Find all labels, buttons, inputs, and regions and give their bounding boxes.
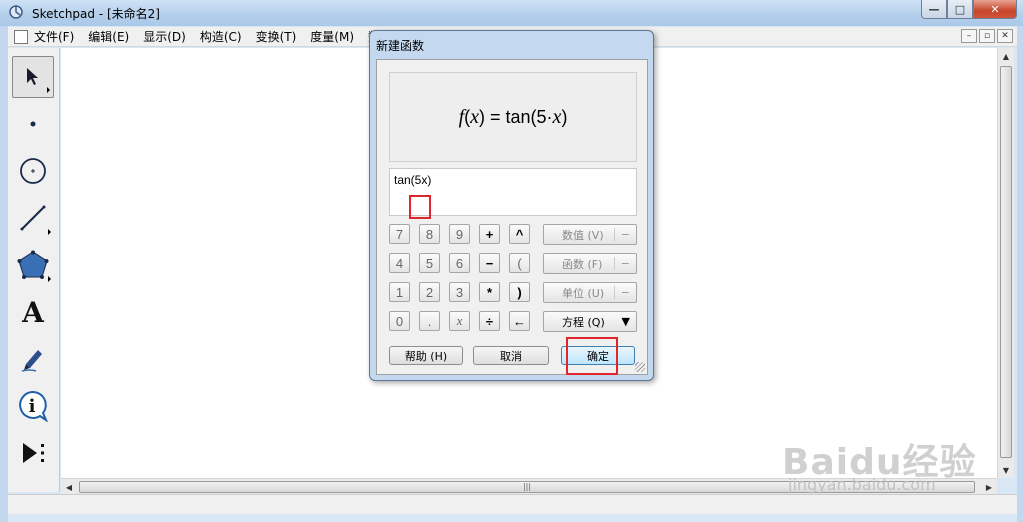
dialog-body: f(x) = tan(5· x) tan(5x) 7 8 9 + ^ 4 5 6 … <box>376 59 648 375</box>
info-icon: i <box>19 390 48 422</box>
compass-tool[interactable] <box>12 150 54 192</box>
window-titlebar: Sketchpad - [未命名2] — □ ✕ <box>0 0 1023 26</box>
preview-expression-suffix: ) <box>561 106 568 127</box>
submenu-indicator <box>48 229 51 235</box>
key-0[interactable]: 0 <box>389 311 410 331</box>
units-dropdown-button[interactable]: 单位 (U) − <box>543 282 637 303</box>
window-frame-left <box>0 26 8 522</box>
chevron-down-icon: ▼ <box>621 315 630 328</box>
preview-expression-prefix: ) = tan(5· <box>479 106 553 127</box>
help-button[interactable]: 帮助 (H) <box>389 346 463 365</box>
resize-grip-icon[interactable] <box>635 362 645 372</box>
equation-label: 方程 (Q) <box>562 315 605 329</box>
point-icon <box>30 121 36 127</box>
preview-variable: x <box>470 105 480 128</box>
values-label: 数值 (V) <box>562 228 604 242</box>
key-9[interactable]: 9 <box>449 224 470 244</box>
menu-construct[interactable]: 构造(C) <box>200 28 242 45</box>
submenu-indicator <box>48 276 51 282</box>
menu-transform[interactable]: 变换(T) <box>256 28 297 45</box>
close-button[interactable]: ✕ <box>973 0 1017 19</box>
key-backspace[interactable]: ← <box>509 311 530 331</box>
custom-tools-icon <box>23 443 44 463</box>
svg-text:i: i <box>29 396 36 417</box>
key-minus[interactable]: − <box>479 253 500 273</box>
key-4[interactable]: 4 <box>389 253 410 273</box>
key-3[interactable]: 3 <box>449 282 470 302</box>
dropdown-dash-icon: − <box>613 228 630 241</box>
scroll-left-arrow-icon[interactable]: ◀ <box>61 479 77 495</box>
doc-restore-button[interactable]: ▫ <box>979 29 995 43</box>
window-title: Sketchpad - [未命名2] <box>32 7 160 21</box>
preview-variable-2: x <box>552 105 562 128</box>
key-open-paren[interactable]: ( <box>509 253 530 273</box>
dropdown-dash-icon: − <box>613 286 630 299</box>
polygon-icon <box>17 250 49 279</box>
units-label: 单位 (U) <box>562 286 605 300</box>
values-dropdown-button[interactable]: 数值 (V) − <box>543 224 637 245</box>
scroll-down-arrow-icon[interactable]: ▼ <box>998 462 1014 478</box>
status-bar <box>8 494 1017 514</box>
preview-function-name: f <box>458 105 465 128</box>
submenu-indicator <box>47 87 50 93</box>
window-controls: — □ ✕ <box>921 0 1017 20</box>
marker-tool[interactable] <box>12 338 54 380</box>
menu-display[interactable]: 显示(D) <box>143 28 186 45</box>
new-function-dialog: 新建函数 f(x) = tan(5· x) tan(5x) 7 8 9 + ^ 4… <box>369 30 654 381</box>
key-decimal[interactable]: . <box>419 311 440 331</box>
point-tool[interactable] <box>12 103 54 145</box>
scroll-up-arrow-icon[interactable]: ▲ <box>998 48 1014 64</box>
equation-dropdown-button[interactable]: 方程 (Q) ▼ <box>543 311 637 332</box>
key-7[interactable]: 7 <box>389 224 410 244</box>
highlight-box-ok <box>566 337 618 375</box>
sketchpad-app-icon <box>9 5 23 19</box>
arrow-tool[interactable] <box>12 56 54 98</box>
menu-file[interactable]: 文件(F) <box>34 28 74 45</box>
highlight-box-input <box>409 195 431 219</box>
menu-measure[interactable]: 度量(M) <box>310 28 354 45</box>
marker-icon <box>21 350 42 372</box>
key-plus[interactable]: + <box>479 224 500 244</box>
key-close-paren[interactable]: ) <box>509 282 530 302</box>
baidu-watermark: Baidu经验 jingyan.baidu.com <box>782 433 976 494</box>
key-divide[interactable]: ÷ <box>479 311 500 331</box>
select-arrow-icon <box>27 68 38 85</box>
dialog-title: 新建函数 <box>376 39 425 53</box>
information-tool[interactable]: i <box>12 385 54 427</box>
key-x-variable[interactable]: x <box>449 311 470 331</box>
expression-text: tan(5x) <box>394 173 432 187</box>
custom-tool[interactable] <box>12 432 54 474</box>
polygon-tool[interactable] <box>12 244 54 286</box>
key-8[interactable]: 8 <box>419 224 440 244</box>
text-icon: A <box>22 295 44 329</box>
functions-label: 函数 (F) <box>562 257 603 271</box>
vertical-scrollbar[interactable]: ▲ ▼ <box>997 48 1014 478</box>
key-1[interactable]: 1 <box>389 282 410 302</box>
minimize-button[interactable]: — <box>921 0 947 19</box>
doc-minimize-button[interactable]: – <box>961 29 977 43</box>
key-power[interactable]: ^ <box>509 224 530 244</box>
functions-dropdown-button[interactable]: 函数 (F) − <box>543 253 637 274</box>
window-frame-right <box>1017 26 1023 522</box>
menu-edit[interactable]: 编辑(E) <box>88 28 129 45</box>
function-preview: f(x) = tan(5· x) <box>389 72 637 162</box>
doc-close-button[interactable]: ✕ <box>997 29 1013 43</box>
watermark-url: jingyan.baidu.com <box>788 475 936 494</box>
scroll-right-arrow-icon[interactable]: ▶ <box>981 479 997 495</box>
straightedge-tool[interactable] <box>12 197 54 239</box>
key-6[interactable]: 6 <box>449 253 470 273</box>
circle-icon <box>20 158 46 184</box>
segment-icon <box>20 205 46 231</box>
document-icon[interactable] <box>14 29 28 44</box>
document-window-controls: – ▫ ✕ <box>959 29 1013 43</box>
tool-palette: A i <box>8 48 60 492</box>
vertical-scroll-thumb[interactable] <box>1000 66 1012 458</box>
key-2[interactable]: 2 <box>419 282 440 302</box>
key-multiply[interactable]: * <box>479 282 500 302</box>
text-tool[interactable]: A <box>12 291 54 333</box>
dropdown-dash-icon: − <box>613 257 630 270</box>
maximize-button[interactable]: □ <box>947 0 973 19</box>
cancel-button[interactable]: 取消 <box>473 346 549 365</box>
key-5[interactable]: 5 <box>419 253 440 273</box>
